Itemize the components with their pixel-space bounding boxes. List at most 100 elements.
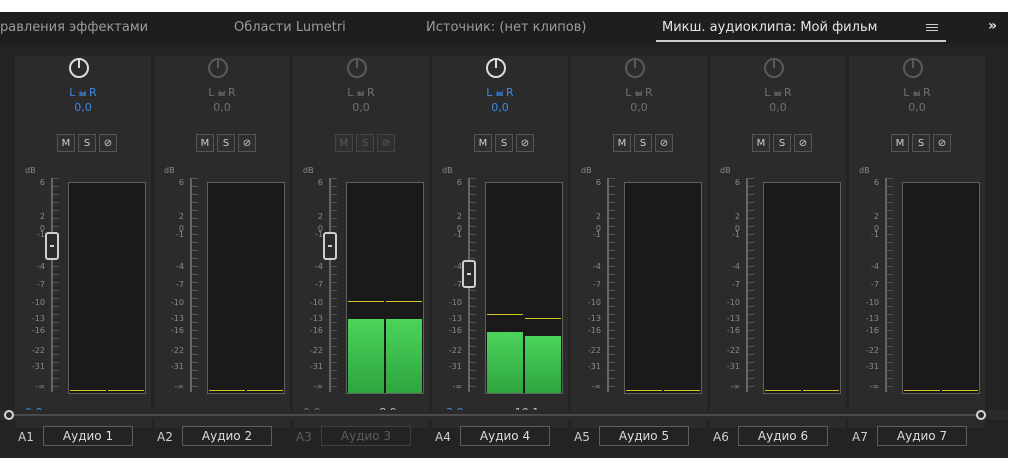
scale-tick-label: -∞ <box>591 382 601 391</box>
msr-buttons: M S ⊘ <box>57 134 120 152</box>
solo-button[interactable]: S <box>634 134 652 152</box>
scale-tick-label: 6 <box>595 178 601 187</box>
track-strip-a1: L ılııııl R 0,0 M S ⊘ dB 6 2 0 -1 -4 -7 -10 -13 -16 -22… <box>15 56 151 446</box>
scale-tick-label: -4 <box>37 262 45 271</box>
db-label: dB <box>164 166 175 175</box>
tab-lumetri-scopes[interactable]: Области Lumetri <box>234 20 346 35</box>
tab-audio-clip-mixer[interactable]: Микш. аудиоклипа: Мой фильм <box>662 20 877 35</box>
scale-tick-label: -13 <box>448 314 462 323</box>
scale-tick-label: -4 <box>871 262 879 271</box>
pan-value[interactable]: 0,0 <box>15 101 151 114</box>
tab-effect-controls[interactable]: равления эффектами <box>0 20 148 35</box>
mute-button[interactable]: M <box>752 134 770 152</box>
record-button[interactable]: ⊘ <box>516 134 534 152</box>
pan-knob-icon[interactable] <box>206 56 230 80</box>
pan-knob-icon[interactable] <box>345 56 369 80</box>
pan-value[interactable]: 0,0 <box>710 101 846 114</box>
record-button[interactable]: ⊘ <box>655 134 673 152</box>
pan-value[interactable]: 0,0 <box>432 101 568 114</box>
scroll-left-handle[interactable] <box>4 410 14 420</box>
mute-button[interactable]: M <box>57 134 75 152</box>
track-id: A4 <box>435 430 451 444</box>
db-scale: 6 2 0 -1 -4 -7 -10 -13 -16 -22 -31 -∞ <box>577 176 603 396</box>
solo-button[interactable]: S <box>773 134 791 152</box>
track-id: A2 <box>157 430 173 444</box>
level-meter <box>207 182 285 394</box>
track-name-field[interactable]: Аудио 5 <box>599 426 689 446</box>
scale-tick-label: 2 <box>734 212 740 221</box>
track-id: A5 <box>574 430 590 444</box>
double-chevron-right-icon[interactable]: » <box>988 18 997 34</box>
solo-button[interactable]: S <box>217 134 235 152</box>
hamburger-menu-icon[interactable] <box>926 22 938 32</box>
track-strip-a7: L ılııııl R 0,0 M S ⊘ dB 6 2 0 -1 -4 -7 -10 -13 -16 -22… <box>849 56 985 446</box>
meter-bar-right <box>386 319 422 393</box>
pan-value[interactable]: 0,0 <box>154 101 290 114</box>
pan-knob-icon[interactable] <box>762 56 786 80</box>
db-label: dB <box>581 166 592 175</box>
scale-tick-label: 2 <box>178 212 184 221</box>
mute-button[interactable]: M <box>891 134 909 152</box>
scroll-right-handle[interactable] <box>976 410 986 420</box>
scale-tick-label: 6 <box>39 178 45 187</box>
track-strip-a2: L ılııııl R 0,0 M S ⊘ dB 6 2 0 -1 -4 -7 -10 -13 -16 -22… <box>154 56 290 446</box>
scale-tick-label: -22 <box>170 346 184 355</box>
mute-button[interactable]: M <box>335 134 353 152</box>
scale-tick-label: -16 <box>865 326 879 335</box>
db-scale: 6 2 0 -1 -4 -7 -10 -13 -16 -22 -31 -∞ <box>160 176 186 396</box>
track-id: A3 <box>296 430 312 444</box>
solo-button[interactable]: S <box>78 134 96 152</box>
scale-tick-label: -10 <box>31 298 45 307</box>
active-tab-underline <box>656 40 946 42</box>
solo-button[interactable]: S <box>495 134 513 152</box>
track-name-field[interactable]: Аудио 7 <box>877 426 967 446</box>
record-button[interactable]: ⊘ <box>377 134 395 152</box>
record-button[interactable]: ⊘ <box>238 134 256 152</box>
solo-button[interactable]: S <box>356 134 374 152</box>
scale-tick-label: -10 <box>865 298 879 307</box>
scale-tick-label: 6 <box>873 178 879 187</box>
solo-button[interactable]: S <box>912 134 930 152</box>
fader-ticks <box>887 178 893 392</box>
pan-value[interactable]: 0,0 <box>849 101 985 114</box>
pan-value[interactable]: 0,0 <box>571 101 707 114</box>
pan-knob-icon[interactable] <box>623 56 647 80</box>
pan-value[interactable]: 0,0 <box>293 101 429 114</box>
scale-tick-label: -16 <box>726 326 740 335</box>
record-button[interactable]: ⊘ <box>933 134 951 152</box>
scale-tick-label: -10 <box>726 298 740 307</box>
tab-source[interactable]: Источник: (нет клипов) <box>426 20 586 35</box>
volume-fader[interactable] <box>323 232 337 260</box>
record-button[interactable]: ⊘ <box>99 134 117 152</box>
track-name-field[interactable]: Аудио 6 <box>738 426 828 446</box>
track-name-field[interactable]: Аудио 2 <box>182 426 272 446</box>
scale-tick-label: -22 <box>865 346 879 355</box>
pan-knob-icon[interactable] <box>484 56 508 80</box>
track-name-field[interactable]: Аудио 4 <box>460 426 550 446</box>
track-strip-a3: L ılııııl R 0,0 M S ⊘ dB 6 2 0 -1 -4 -7 -10 -13 -16 -22… <box>293 56 429 446</box>
scale-tick-label: 2 <box>873 212 879 221</box>
pan-knob-icon[interactable] <box>67 56 91 80</box>
mute-button[interactable]: M <box>613 134 631 152</box>
volume-fader[interactable] <box>462 260 476 288</box>
scale-tick-label: -31 <box>170 362 184 371</box>
mute-button[interactable]: M <box>474 134 492 152</box>
level-meter <box>902 182 980 394</box>
msr-buttons: M S ⊘ <box>752 134 815 152</box>
record-button[interactable]: ⊘ <box>794 134 812 152</box>
track-name-field[interactable]: Аудио 3 <box>321 426 411 446</box>
scale-tick-label: -16 <box>309 326 323 335</box>
scale-tick-label: 2 <box>39 212 45 221</box>
meter-bar-right <box>525 336 561 393</box>
volume-fader[interactable] <box>45 232 59 260</box>
pan-lr-label: L ılııııl R <box>903 86 931 99</box>
level-meter <box>346 182 424 394</box>
pan-lr-label: L ılııııl R <box>625 86 653 99</box>
pan-knob-icon[interactable] <box>901 56 925 80</box>
scale-tick-label: -4 <box>454 262 462 271</box>
level-meter <box>68 182 146 394</box>
pan-lr-label: L ılııııl R <box>486 86 514 99</box>
peak-indicator-right <box>942 390 978 391</box>
track-name-field[interactable]: Аудио 1 <box>43 426 133 446</box>
mute-button[interactable]: M <box>196 134 214 152</box>
